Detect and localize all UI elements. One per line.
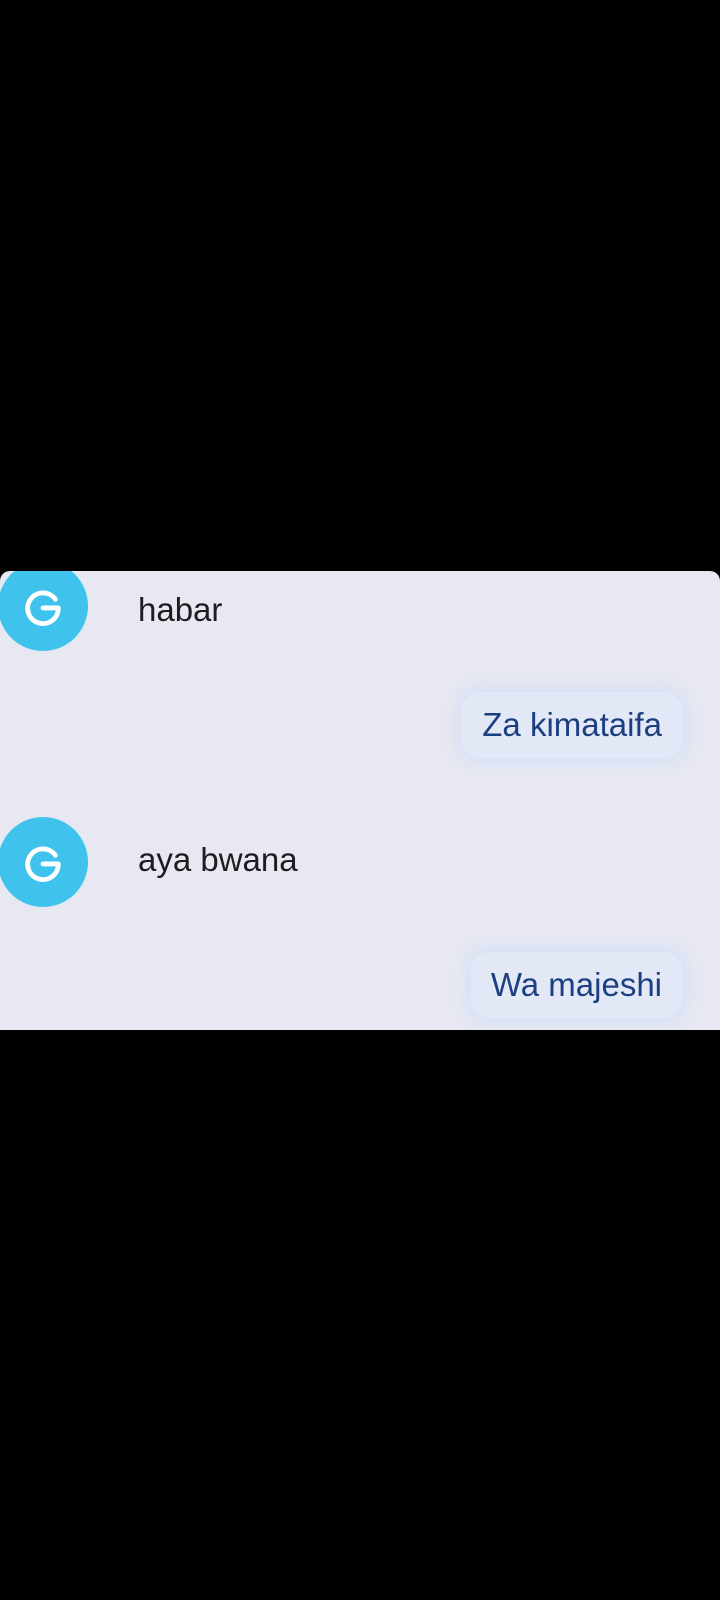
message-text: Wa majeshi — [490, 966, 662, 1003]
message-text: Za kimataifa — [482, 706, 662, 743]
outgoing-message[interactable]: Za kimataifa — [462, 692, 682, 758]
google-g-icon — [25, 590, 61, 626]
google-g-icon — [25, 846, 61, 882]
sender-avatar[interactable] — [0, 571, 88, 651]
sender-avatar[interactable] — [0, 817, 88, 907]
chat-conversation: habar Za kimataifa aya bwana Wa majeshi — [0, 571, 720, 1030]
message-text: habar — [138, 591, 223, 628]
incoming-message: habar — [0, 571, 720, 671]
outgoing-message[interactable]: Wa majeshi — [470, 952, 682, 1018]
screen: habar Za kimataifa aya bwana Wa majeshi — [0, 0, 720, 1600]
incoming-message: aya bwana — [0, 817, 720, 917]
message-text: aya bwana — [138, 841, 298, 878]
